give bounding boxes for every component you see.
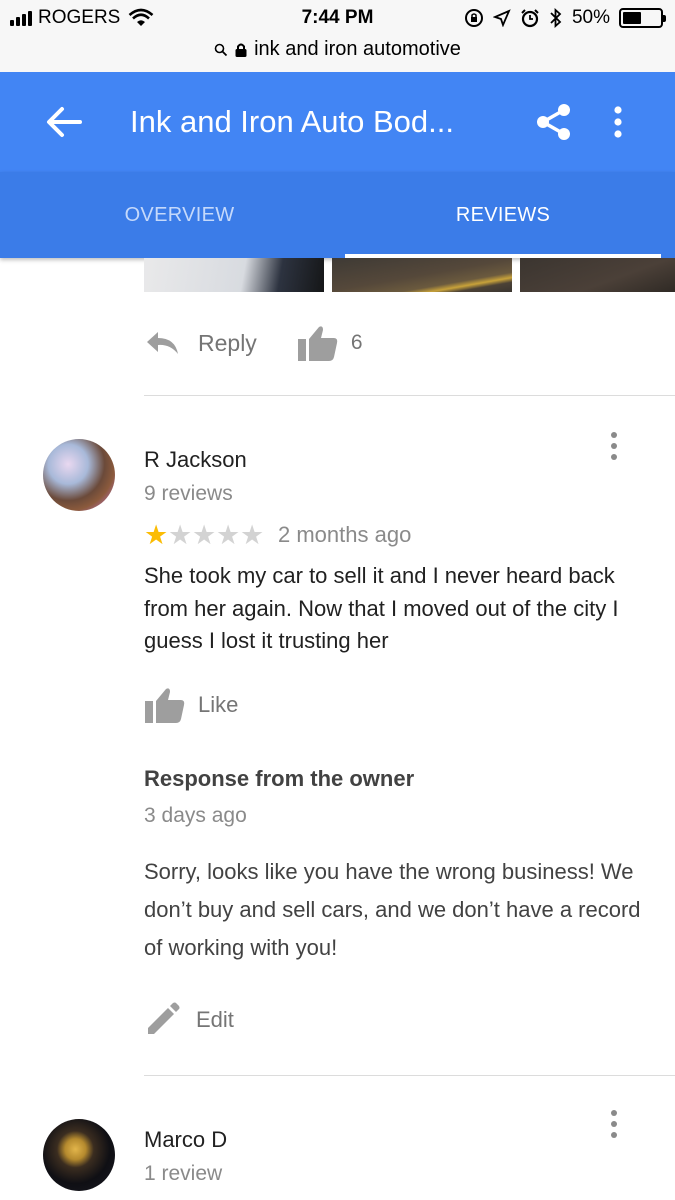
star-empty-icon: ★ xyxy=(192,520,217,550)
reviewer-name[interactable]: Marco D xyxy=(144,1127,227,1153)
review-date: 2 months ago xyxy=(278,522,412,547)
review-text: She took my car to sell it and I never h… xyxy=(144,563,619,653)
reviewer-review-count: 9 reviews xyxy=(144,482,233,505)
review-like-button[interactable]: Like xyxy=(144,686,238,724)
edit-label: Edit xyxy=(196,1007,234,1032)
tab-reviews[interactable]: REVIEWS xyxy=(345,172,661,258)
review-photos xyxy=(144,258,675,292)
search-icon xyxy=(214,43,228,56)
tab-overview[interactable]: OVERVIEW xyxy=(14,172,345,258)
owner-response-text: Sorry, looks like you have the wrong bus… xyxy=(144,859,641,960)
reviewer-name[interactable]: R Jackson xyxy=(144,447,247,473)
alarm-icon xyxy=(521,9,539,28)
more-options-icon[interactable] xyxy=(608,102,628,142)
star-filled-icon: ★ xyxy=(144,520,169,550)
orientation-lock-icon xyxy=(464,9,483,27)
thumbs-up-icon xyxy=(297,326,338,361)
review-photo[interactable] xyxy=(332,258,512,292)
like-button[interactable]: 6 xyxy=(297,324,363,362)
star-rating: ★ ★ ★ ★ ★ 2 months ago xyxy=(144,520,411,550)
thumbs-up-icon xyxy=(145,688,185,723)
owner-response-date: 3 days ago xyxy=(144,804,247,827)
edit-response-button[interactable]: Edit xyxy=(144,1002,234,1038)
location-icon xyxy=(492,9,511,27)
review-more-options-icon[interactable] xyxy=(608,1110,620,1140)
star-empty-icon: ★ xyxy=(240,520,265,550)
star-empty-icon: ★ xyxy=(168,520,193,550)
lock-icon xyxy=(235,43,247,57)
battery-icon xyxy=(619,8,666,28)
back-arrow-icon[interactable] xyxy=(44,104,84,140)
reply-label: Reply xyxy=(198,329,257,356)
star-empty-icon: ★ xyxy=(216,520,241,550)
page-title: Ink and Iron Auto Bod... xyxy=(130,104,455,139)
url-bar[interactable]: ink and iron automotive xyxy=(0,36,675,72)
status-icons: 50% xyxy=(464,7,666,29)
reply-icon xyxy=(147,332,178,354)
avatar[interactable] xyxy=(43,439,115,511)
review-divider xyxy=(144,395,675,396)
avatar[interactable] xyxy=(43,1119,115,1191)
review-photo[interactable] xyxy=(520,258,675,292)
battery-percent: 50% xyxy=(571,7,610,28)
share-icon[interactable] xyxy=(534,102,574,142)
bluetooth-icon xyxy=(550,8,562,28)
status-bar: ROGERS 7:44 PM 50% xyxy=(0,0,675,36)
like-label: Like xyxy=(198,692,239,717)
owner-response-title: Response from the owner xyxy=(144,766,415,791)
like-count: 6 xyxy=(350,331,363,354)
reviewer-review-count: 1 review xyxy=(144,1162,223,1185)
review-more-options-icon[interactable] xyxy=(608,432,620,462)
previous-review-actions: Reply 6 xyxy=(144,318,363,368)
review-photo[interactable] xyxy=(144,258,324,292)
pencil-icon xyxy=(148,1002,180,1034)
tab-bar: OVERVIEW REVIEWS xyxy=(0,172,675,258)
app-bar: Ink and Iron Auto Bod... xyxy=(0,72,675,172)
reply-button[interactable]: Reply xyxy=(144,330,257,357)
review-divider xyxy=(144,1075,675,1076)
url-text: ink and iron automotive xyxy=(254,38,461,60)
